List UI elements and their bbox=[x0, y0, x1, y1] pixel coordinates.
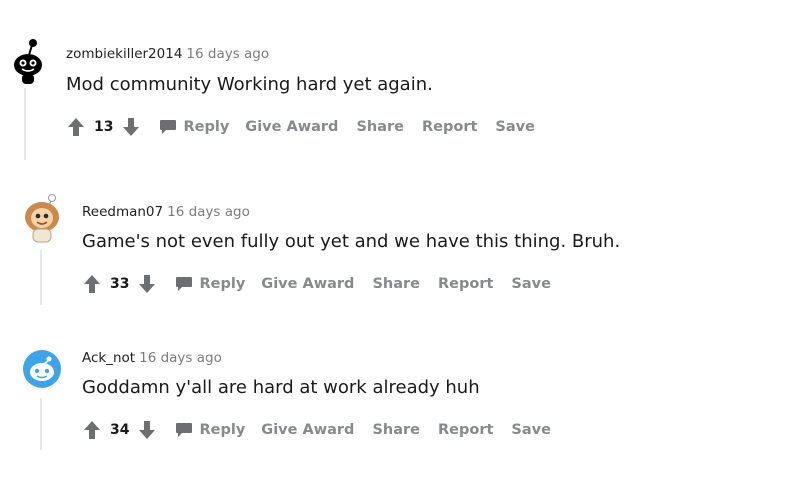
user-avatar[interactable] bbox=[8, 35, 48, 85]
upvote-arrow-icon[interactable] bbox=[66, 116, 86, 138]
thread-line[interactable] bbox=[24, 88, 26, 160]
share-button[interactable]: Share bbox=[356, 119, 404, 135]
username[interactable]: Reedman07 bbox=[82, 204, 163, 220]
timestamp[interactable]: 16 days ago bbox=[139, 350, 222, 366]
report-button[interactable]: Report bbox=[422, 119, 477, 135]
comment-body: Mod community Working hard yet again. bbox=[66, 74, 433, 95]
save-button[interactable]: Save bbox=[495, 119, 535, 135]
vote-score: 34 bbox=[110, 422, 130, 438]
give-award-button[interactable]: Give Award bbox=[245, 119, 338, 135]
snoo-blue-avatar-icon bbox=[23, 350, 61, 388]
timestamp[interactable]: 16 days ago bbox=[167, 204, 250, 220]
speech-bubble-icon bbox=[175, 276, 193, 292]
reply-label: Reply bbox=[183, 119, 230, 135]
vote-score: 33 bbox=[110, 276, 130, 292]
share-button[interactable]: Share bbox=[372, 276, 420, 292]
thread-line[interactable] bbox=[40, 398, 42, 450]
timestamp[interactable]: 16 days ago bbox=[186, 46, 269, 62]
share-button[interactable]: Share bbox=[372, 422, 420, 438]
snoo-lion-avatar-icon bbox=[25, 194, 59, 243]
reply-button[interactable]: Reply bbox=[175, 422, 245, 438]
comment-meta: zombiekiller2014 16 days ago bbox=[66, 46, 269, 62]
snoo-black-avatar-icon bbox=[14, 39, 42, 84]
give-award-button[interactable]: Give Award bbox=[261, 276, 354, 292]
save-button[interactable]: Save bbox=[511, 422, 551, 438]
reply-button[interactable]: Reply bbox=[159, 119, 229, 135]
upvote-arrow-icon[interactable] bbox=[82, 273, 102, 295]
comment-body: Goddamn y'all are hard at work already h… bbox=[82, 377, 480, 398]
reply-label: Reply bbox=[199, 422, 246, 438]
report-button[interactable]: Report bbox=[438, 422, 493, 438]
username[interactable]: zombiekiller2014 bbox=[66, 46, 182, 62]
comment-actions: 13 Reply Give Award Share Report Save bbox=[66, 115, 535, 139]
save-button[interactable]: Save bbox=[511, 276, 551, 292]
username[interactable]: Ack_not bbox=[82, 350, 135, 366]
downvote-arrow-icon[interactable] bbox=[137, 419, 157, 441]
comment-body: Game's not even fully out yet and we hav… bbox=[82, 231, 621, 252]
upvote-arrow-icon[interactable] bbox=[82, 419, 102, 441]
report-button[interactable]: Report bbox=[438, 276, 493, 292]
speech-bubble-icon bbox=[159, 119, 177, 135]
downvote-arrow-icon[interactable] bbox=[137, 273, 157, 295]
downvote-arrow-icon[interactable] bbox=[121, 116, 141, 138]
user-avatar[interactable] bbox=[22, 347, 64, 391]
comment-meta: Ack_not 16 days ago bbox=[82, 350, 222, 366]
vote-score: 13 bbox=[94, 119, 114, 135]
comment-meta: Reedman07 16 days ago bbox=[82, 204, 250, 220]
comment-thread: zombiekiller2014 16 days ago Mod communit… bbox=[0, 0, 800, 500]
thread-line[interactable] bbox=[40, 250, 42, 305]
user-avatar[interactable] bbox=[22, 193, 64, 243]
comment-actions: 34 Reply Give Award Share Report Save bbox=[82, 418, 551, 442]
speech-bubble-icon bbox=[175, 422, 193, 438]
give-award-button[interactable]: Give Award bbox=[261, 422, 354, 438]
reply-button[interactable]: Reply bbox=[175, 276, 245, 292]
comment-actions: 33 Reply Give Award Share Report Save bbox=[82, 272, 551, 296]
reply-label: Reply bbox=[199, 276, 246, 292]
